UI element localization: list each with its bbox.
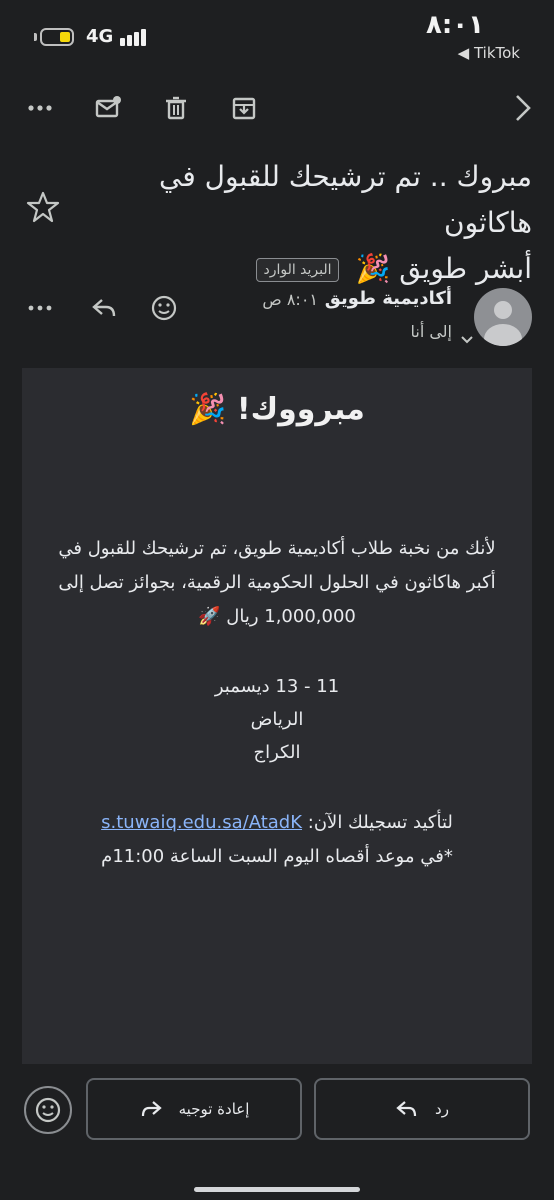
sent-time: ٨:٠١ ص: [262, 290, 318, 309]
message-paragraph: لأنك من نخبة طلاب أكاديمية طويق، تم ترشي…: [52, 532, 502, 634]
battery-icon: [40, 28, 74, 46]
delete-icon[interactable]: [156, 86, 196, 130]
bottom-action-bar: إعادة توجيه رد: [0, 1074, 554, 1144]
email-view: 4G ٨:٠١ ◀ TikTok مبروك .. تم ترشيحك للقب…: [0, 0, 554, 1200]
sender-row: ٨:٠١ ص أكاديمية طويق إلى أنا: [0, 284, 554, 354]
more-icon[interactable]: [20, 86, 60, 130]
message-card: مبرووك! 🎉 لأنك من نخبة طلاب أكاديمية طوي…: [22, 368, 532, 1064]
reply-icon: [396, 1101, 417, 1117]
inbox-label-chip[interactable]: البريد الوارد: [256, 258, 339, 282]
signal-icon: [120, 28, 152, 46]
intro-paragraph: لأنك من نخبة طلاب أكاديمية طويق، تم ترشي…: [58, 538, 496, 627]
status-time: ٨:٠١: [425, 10, 484, 40]
message-title: مبرووك! 🎉: [189, 392, 365, 427]
event-venue: الكراج: [253, 742, 301, 763]
event-city: الرياض: [250, 709, 304, 730]
avatar[interactable]: [474, 288, 532, 346]
source-app-label: TikTok: [473, 44, 520, 62]
confirm-section: لتأكيد تسجيلك الآن: s.tuwaiq.edu.sa/Atad…: [22, 806, 532, 874]
registration-link[interactable]: s.tuwaiq.edu.sa/AtadK: [101, 812, 302, 833]
reply-button[interactable]: رد: [314, 1078, 530, 1140]
sender-name[interactable]: أكاديمية طويق: [325, 288, 452, 309]
reply-label: رد: [435, 1100, 449, 1118]
subject-line-2: أبشر طويق 🎉: [355, 252, 532, 285]
recipient-label[interactable]: إلى أنا: [410, 322, 452, 341]
emoji-reaction-button[interactable]: [24, 1086, 72, 1134]
add-reaction-icon[interactable]: [146, 290, 182, 326]
confirm-prefix: لتأكيد تسجيلك الآن:: [307, 812, 453, 833]
toolbar: [0, 86, 554, 130]
star-icon[interactable]: [26, 190, 60, 224]
deadline-note: *في موعد أقصاه اليوم السبت الساعة 11:00م: [101, 846, 453, 867]
forward-button[interactable]: إعادة توجيه: [86, 1078, 302, 1140]
event-details: 11 - 13 ديسمبر الرياض الكراج: [22, 670, 532, 769]
email-subject: مبروك .. تم ترشيحك للقبول في هاكاثون أبش…: [92, 154, 532, 292]
smiley-icon: [35, 1097, 61, 1123]
forward-icon: [141, 1101, 162, 1117]
back-to-app-link[interactable]: ◀ TikTok: [458, 44, 520, 62]
network-type: 4G: [86, 26, 114, 47]
home-indicator[interactable]: [194, 1187, 360, 1192]
mark-unread-icon[interactable]: [88, 86, 128, 130]
more-options-icon[interactable]: [22, 290, 58, 326]
battery-tip: [34, 33, 37, 41]
status-bar: 4G ٨:٠١ ◀ TikTok: [0, 0, 554, 70]
chevron-down-icon[interactable]: [460, 330, 474, 344]
forward-label: إعادة توجيه: [178, 1100, 250, 1118]
subject-line-1: مبروك .. تم ترشيحك للقبول في هاكاثون: [159, 160, 532, 239]
archive-icon[interactable]: [224, 86, 264, 130]
next-chevron-icon[interactable]: [502, 86, 542, 130]
reply-icon[interactable]: [86, 290, 122, 326]
event-date: 11 - 13 ديسمبر: [214, 676, 340, 697]
